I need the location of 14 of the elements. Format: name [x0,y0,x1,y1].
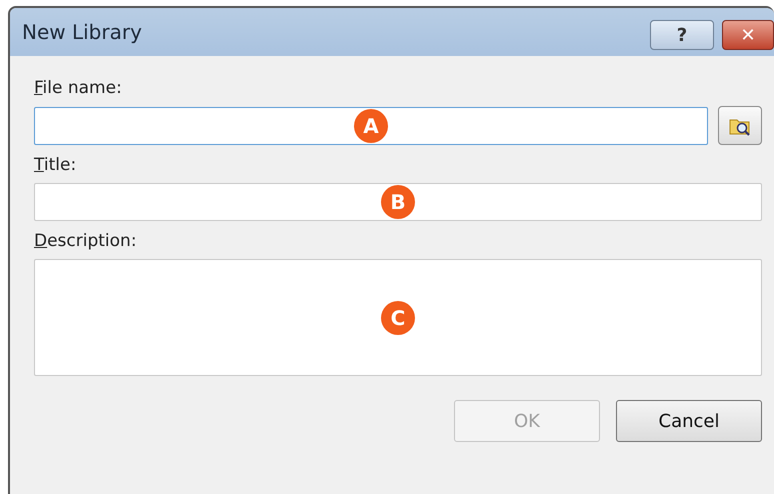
browse-button[interactable] [718,106,762,145]
dialog-button[interactable]: Cancel [616,400,762,442]
callout-badge: A [354,108,388,142]
close-button[interactable]: ✕ [722,20,774,50]
window-title: New Library [22,20,142,44]
input-field[interactable]: B [34,183,762,221]
callout-badge: B [381,185,415,219]
callout-badge: C [381,300,415,334]
field-label: Description: [34,231,138,251]
text-area[interactable]: C [34,259,762,376]
field-label: Title: [34,155,78,175]
input-field[interactable]: A [34,106,708,144]
field-label: File name: [34,78,123,98]
help-button[interactable]: ? [650,20,714,50]
